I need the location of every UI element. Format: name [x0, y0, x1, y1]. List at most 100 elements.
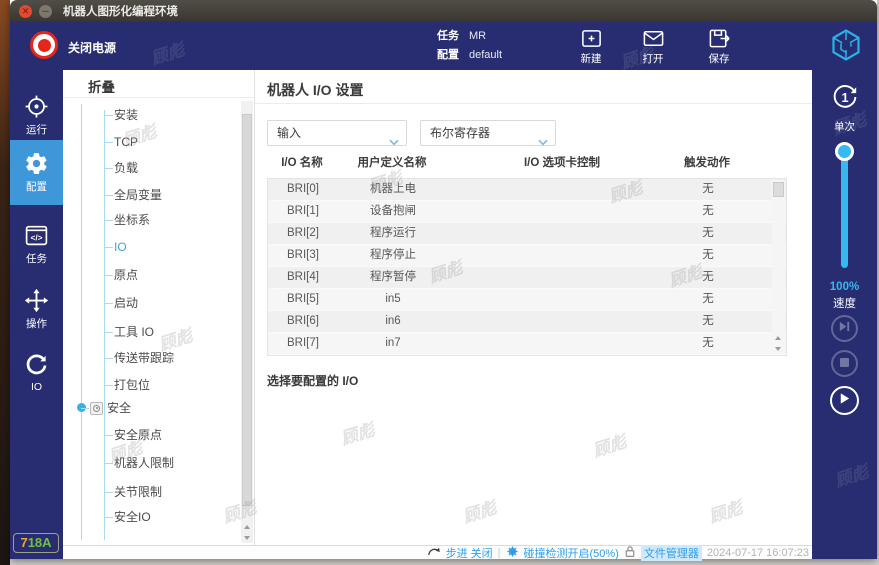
cell-trigger: 无 — [678, 223, 738, 244]
speed-slider-track[interactable] — [841, 150, 848, 268]
tree-item-conveyor[interactable]: 传送带跟踪 — [114, 350, 174, 366]
tree-item-origin[interactable]: 原点 — [114, 267, 138, 283]
svg-text:</>: </> — [30, 233, 42, 243]
tree-item-pack-pos[interactable]: 打包位 — [114, 377, 150, 393]
tree-item-safety-origin[interactable]: 安全原点 — [114, 427, 162, 443]
io-type-value: 输入 — [277, 126, 301, 140]
safety-expand-icon[interactable] — [90, 402, 103, 415]
window-title: 机器人图形化编程环境 — [63, 3, 178, 19]
cell-io-name: BRI[5] — [268, 289, 338, 310]
step-status-toggle[interactable]: 步进 关闭 — [446, 545, 493, 561]
collision-detect-icon — [506, 545, 519, 561]
new-button[interactable]: 新建 — [565, 27, 617, 66]
sidebar-item-io[interactable]: IO — [10, 345, 63, 407]
scroll-down-icon[interactable] — [772, 343, 784, 354]
scroll-down-icon[interactable] — [241, 532, 253, 543]
sidebar-item-label: IO — [10, 381, 63, 393]
tree-item-install[interactable]: 安装 — [114, 107, 138, 123]
save-button[interactable]: 保存 — [693, 27, 745, 66]
tree-header-label[interactable]: 折叠 — [88, 76, 115, 96]
task-value: MR — [469, 30, 486, 42]
cell-trigger: 无 — [678, 289, 738, 310]
col-tab-control: I/O 选项卡控制 — [447, 154, 677, 172]
sidebar-item-operate[interactable]: 操作 — [10, 280, 63, 342]
table-row[interactable]: BRI[1] 设备抱闸 无 — [268, 201, 786, 223]
tree-scrollbar[interactable] — [241, 101, 253, 543]
tree-item-tcp[interactable]: TCP — [114, 134, 138, 150]
table-row[interactable]: BRI[7] in7 无 — [268, 333, 786, 355]
col-user-name: 用户定义名称 — [337, 154, 447, 172]
scroll-up-icon[interactable] — [772, 332, 784, 343]
tree-item-startup[interactable]: 启动 — [114, 295, 138, 311]
power-button-label[interactable]: 关闭电源 — [68, 39, 116, 56]
sidebar-item-run[interactable]: 运行 — [10, 86, 63, 148]
register-type-value: 布尔寄存器 — [430, 126, 490, 140]
table-row[interactable]: BRI[5] in5 无 — [268, 289, 786, 311]
panel-title: 机器人 I/O 设置 — [267, 80, 363, 100]
io-settings-panel: 机器人 I/O 设置 输入 布尔寄存器 I/O 名称 用户定义名称 I/O 选项… — [255, 70, 812, 545]
play-icon — [838, 392, 851, 410]
cell-tab-control — [448, 179, 678, 200]
single-cycle-icon: 1 — [830, 99, 860, 116]
run-control-rail: 1 单次 100% 速度 — [812, 70, 877, 559]
cycle-mode-button[interactable]: 1 单次 — [812, 82, 877, 134]
cell-io-name: BRI[0] — [268, 179, 338, 200]
config-label: 配置 — [437, 49, 459, 61]
sidebar-item-config[interactable]: 配置 — [10, 140, 63, 205]
cell-trigger: 无 — [678, 201, 738, 222]
tree-item-global-vars[interactable]: 全局变量 — [114, 187, 162, 203]
power-button[interactable] — [30, 31, 58, 59]
task-label: 任务 — [437, 30, 459, 42]
new-file-icon — [565, 27, 617, 50]
circular-arrows-icon — [10, 353, 63, 378]
scroll-up-icon[interactable] — [241, 521, 253, 532]
play-button[interactable] — [830, 386, 859, 415]
table-row[interactable]: BRI[0] 机器上电 无 — [268, 179, 786, 201]
cell-io-name: BRI[7] — [268, 333, 338, 354]
table-scrollbar[interactable] — [772, 180, 785, 354]
cell-trigger: 无 — [678, 179, 738, 200]
cell-tab-control — [448, 289, 678, 310]
run-crosshair-icon — [10, 94, 63, 119]
cell-io-name: BRI[3] — [268, 245, 338, 266]
sidebar-item-label: 任务 — [10, 251, 63, 266]
table-row[interactable]: BRI[2] 程序运行 无 — [268, 223, 786, 245]
step-button[interactable] — [831, 315, 858, 342]
table-row[interactable]: BRI[6] in6 无 — [268, 311, 786, 333]
sidebar-item-label: 运行 — [10, 122, 63, 137]
close-window-button[interactable]: ✕ — [19, 5, 32, 18]
tree-item-tool-io[interactable]: 工具 IO — [114, 324, 154, 340]
tree-item-io-selected[interactable]: IO — [114, 239, 127, 255]
table-row[interactable]: BRI[4] 程序暂停 无 — [268, 267, 786, 289]
statusbar: 步进 关闭 | 碰撞检测开启(50%) 文件管理器 2024-07-17 16:… — [63, 545, 812, 559]
stop-button[interactable] — [831, 350, 858, 377]
minimize-window-button[interactable]: ─ — [39, 5, 52, 18]
table-row[interactable]: BRI[3] 程序停止 无 — [268, 245, 786, 267]
tree-group-safety[interactable]: 安全 — [90, 400, 131, 416]
tree-item-robot-limits[interactable]: 机器人限制 — [114, 455, 174, 471]
open-button[interactable]: 打开 — [627, 27, 679, 66]
app-header: 关闭电源 任务MR 配置default 新建 打开 保存 — [10, 22, 877, 70]
tree-scrollbar-thumb[interactable] — [242, 114, 252, 506]
register-type-select[interactable]: 布尔寄存器 — [420, 120, 556, 146]
table-scrollbar-thumb[interactable] — [773, 182, 784, 197]
cell-trigger: 无 — [678, 311, 738, 332]
tree-item-payload[interactable]: 负载 — [114, 160, 138, 176]
lock-icon — [624, 545, 636, 561]
collision-detect-toggle[interactable]: 碰撞检测开启(50%) — [524, 545, 619, 561]
io-type-select[interactable]: 输入 — [267, 120, 407, 146]
stop-icon — [839, 355, 850, 373]
cell-io-name: BRI[4] — [268, 267, 338, 288]
file-manager-button[interactable]: 文件管理器 — [641, 545, 702, 561]
sidebar-item-task[interactable]: </> 任务 — [10, 215, 63, 277]
left-sidebar: 运行 配置 </> 任务 操作 IO 718A — [10, 70, 63, 559]
tree-item-safety-io[interactable]: 安全IO — [114, 509, 151, 525]
tree-item-joint-limits[interactable]: 关节限制 — [114, 484, 162, 500]
speed-slider-thumb[interactable] — [835, 142, 854, 161]
tree-item-coord-sys[interactable]: 坐标系 — [114, 212, 150, 228]
save-icon — [693, 27, 745, 50]
power-dot-icon — [38, 39, 51, 52]
status-badge: 718A — [13, 533, 59, 553]
col-io-name: I/O 名称 — [267, 154, 337, 172]
divider — [255, 103, 812, 104]
